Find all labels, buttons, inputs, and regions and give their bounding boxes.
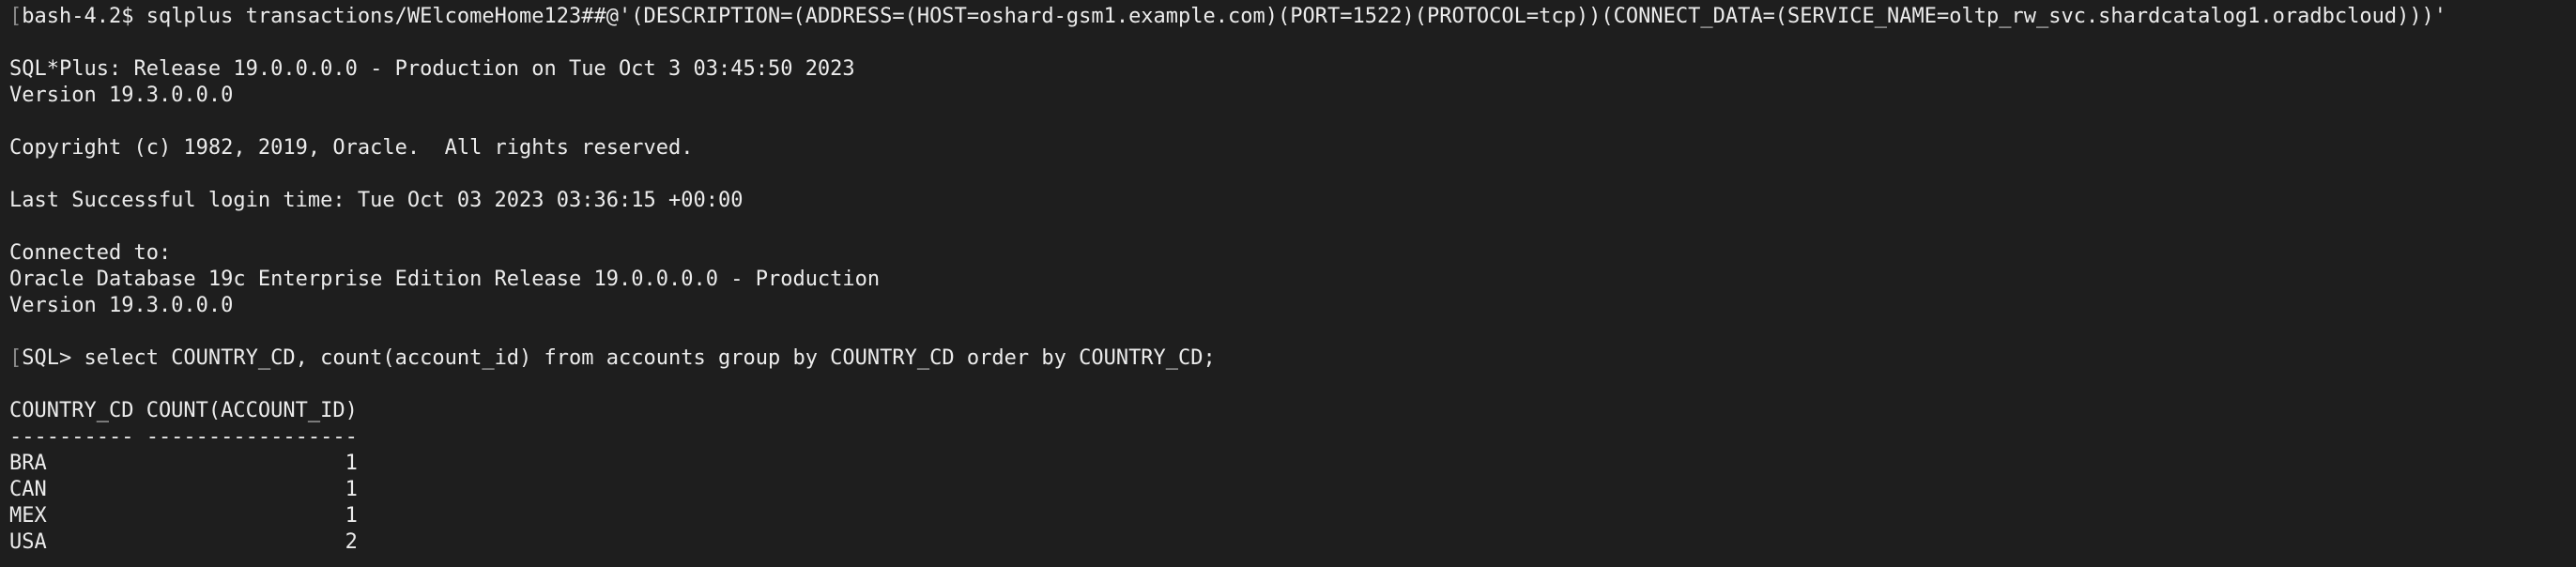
terminal-line-db-version: Version 19.3.0.0.0 bbox=[9, 294, 234, 317]
result-row: BRA 1 bbox=[9, 452, 358, 475]
terminal-line-copyright: Copyright (c) 1982, 2019, Oracle. All ri… bbox=[9, 136, 694, 160]
terminal-line-sql-query: [SQL> select COUNTRY_CD, count(account_i… bbox=[9, 346, 1216, 370]
terminal-line-sqlplus-release: SQL*Plus: Release 19.0.0.0.0 - Productio… bbox=[9, 57, 855, 81]
line-marker: [ bbox=[9, 346, 23, 370]
result-row: MEX 1 bbox=[9, 504, 358, 528]
terminal-line-version: Version 19.3.0.0.0 bbox=[9, 84, 234, 107]
terminal-window[interactable]: [bash-4.2$ sqlplus transactions/WElcomeH… bbox=[0, 0, 2576, 567]
terminal-line-shell-command: [bash-4.2$ sqlplus transactions/WElcomeH… bbox=[9, 5, 2447, 28]
result-row: CAN 1 bbox=[9, 478, 358, 501]
line-marker: [ bbox=[9, 5, 23, 28]
result-header: COUNTRY_CD COUNT(ACCOUNT_ID) bbox=[9, 399, 358, 422]
terminal-line-db-edition: Oracle Database 19c Enterprise Edition R… bbox=[9, 268, 881, 291]
terminal-line-last-login: Last Successful login time: Tue Oct 03 2… bbox=[9, 189, 744, 212]
result-row: USA 2 bbox=[9, 530, 358, 554]
result-separator: ---------- ----------------- bbox=[9, 425, 358, 449]
terminal-line-connected-to: Connected to: bbox=[9, 241, 172, 265]
